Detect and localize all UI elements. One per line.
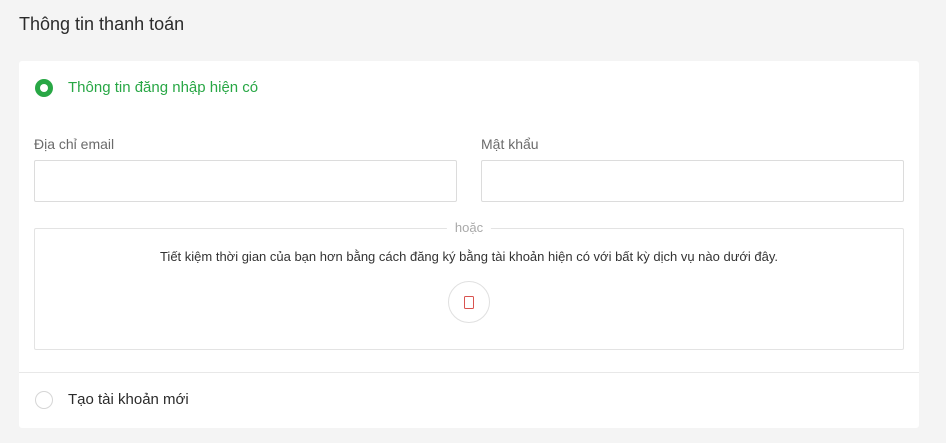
option-existing-login[interactable]: Thông tin đăng nhập hiện có (19, 75, 919, 101)
social-login-description: Tiết kiệm thời gian của bạn hơn bằng các… (159, 249, 779, 264)
email-field[interactable] (34, 160, 457, 202)
social-login-button[interactable] (448, 281, 490, 323)
social-login-box: hoặc Tiết kiệm thời gian của bạn hơn bằn… (34, 220, 904, 350)
radio-create-account[interactable] (35, 391, 53, 409)
option-existing-login-label[interactable]: Thông tin đăng nhập hiện có (68, 78, 258, 98)
billing-card: Thông tin đăng nhập hiện có Địa chỉ emai… (19, 61, 919, 428)
option-create-account-label[interactable]: Tạo tài khoản mới (68, 390, 189, 410)
social-login-icon (464, 295, 474, 309)
password-field[interactable] (481, 160, 904, 202)
radio-existing-login[interactable] (35, 79, 53, 97)
page-title: Thông tin thanh toán (19, 14, 185, 34)
email-label: Địa chỉ email (34, 136, 115, 152)
password-label: Mật khẩu (481, 136, 539, 152)
option-create-account[interactable]: Tạo tài khoản mới (19, 386, 919, 414)
or-separator: hoặc (446, 220, 492, 236)
option-divider (19, 372, 919, 373)
